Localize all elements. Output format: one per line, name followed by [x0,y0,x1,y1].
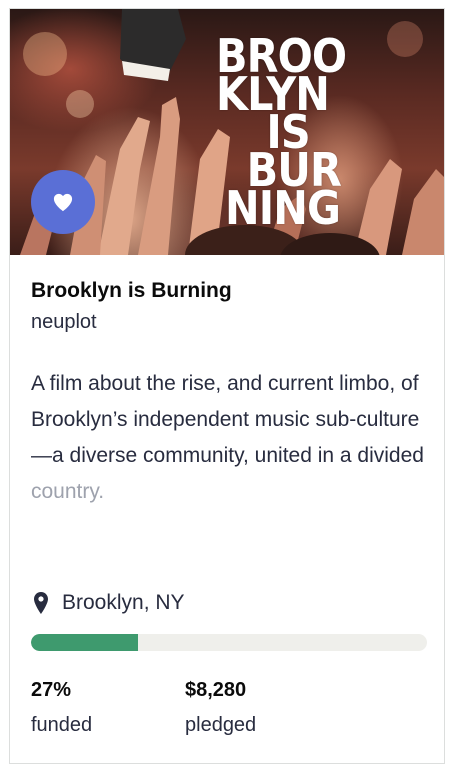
heart-icon [53,193,73,212]
funded-percent: 27% [31,679,72,701]
pledged-amount: $8,280 [185,679,247,701]
creator-name[interactable]: neuplot [31,311,97,334]
blurb-text: A film about the rise, and current limbo… [31,372,424,467]
favorite-button[interactable] [31,170,95,234]
map-pin-icon [34,592,48,614]
hero-title-line: NING [225,181,341,235]
project-location[interactable]: Brooklyn, NY [34,591,185,615]
project-image[interactable]: BROO KLYN IS BUR NING [10,9,444,255]
funded-label: funded [31,714,93,736]
pledged-label: pledged [185,714,257,736]
project-blurb: A film about the rise, and current limbo… [31,366,431,510]
funding-progress-bar [31,634,427,651]
funding-progress-fill [31,634,138,651]
project-card[interactable]: BROO KLYN IS BUR NING Brooklyn is Burnin… [9,8,445,764]
location-label: Brooklyn, NY [62,591,185,614]
blurb-faded-text: country. [31,480,105,503]
hero-title-text: BROO KLYN IS BUR NING [216,33,387,235]
project-title[interactable]: Brooklyn is Burning [31,279,232,303]
